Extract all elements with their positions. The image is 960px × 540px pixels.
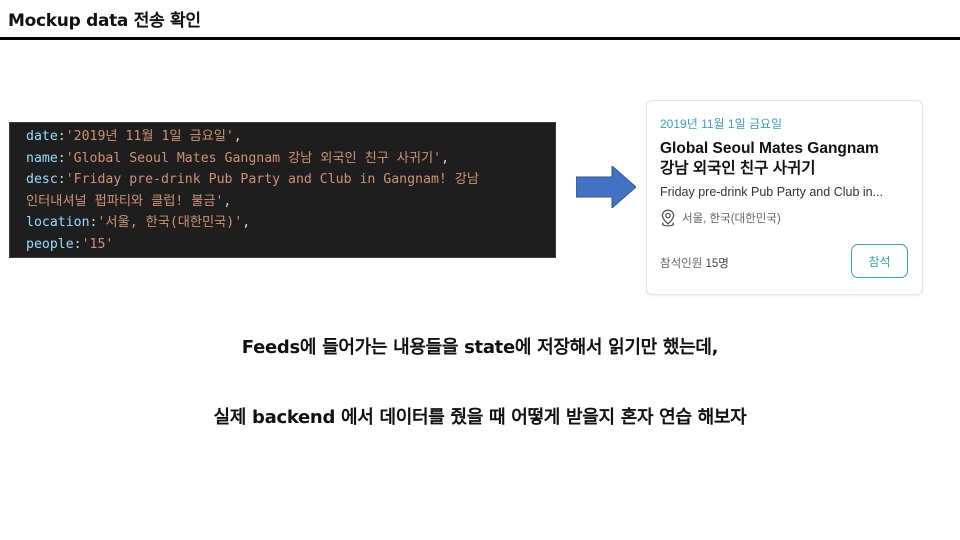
card-title-line1: Global Seoul Mates Gangnam [660, 140, 879, 157]
code-comma: , [233, 129, 242, 144]
code-comma: , [441, 150, 450, 166]
caption-line-2: 실제 backend 에서 데이터를 줬을 때 어떻게 받을지 혼자 연습 해보… [213, 407, 747, 428]
code-line-desc-cont: 인터내셔널 펍파티와 클럽! 불금', [26, 191, 555, 213]
map-pin-icon [661, 209, 675, 227]
code-line-desc: desc:'Friday pre-drink Pub Party and Clu… [26, 169, 555, 191]
code-comma: , [223, 193, 232, 209]
code-key: location [26, 215, 90, 230]
card-attendees: 참석인원 15명 [660, 255, 729, 271]
code-colon: : [57, 129, 66, 144]
card-date: 2019년 11월 1일 금요일 [660, 117, 783, 131]
code-snippet: date:'2019년 11월 1일 금요일', name:'Global Se… [9, 122, 556, 258]
code-value: '15' [81, 236, 114, 252]
join-button[interactable]: 참석 [851, 244, 908, 278]
card-title[interactable]: Global Seoul Mates Gangnam 강남 외국인 친구 사귀기 [660, 139, 915, 179]
attendees-count: 15명 [705, 258, 729, 270]
code-line-name: name:'Global Seoul Mates Gangnam 강남 외국인 … [26, 148, 555, 170]
right-arrow-icon [576, 166, 636, 208]
feed-card: 2019년 11월 1일 금요일 Global Seoul Mates Gang… [646, 100, 923, 295]
card-description: Friday pre-drink Pub Party and Club in..… [660, 185, 884, 199]
code-key: name [26, 150, 58, 166]
card-location-text: 서울, 한국(대한민국) [682, 213, 781, 225]
code-line-location: location:'서울, 한국(대한민국)', [26, 212, 555, 234]
slide-title: Mockup data 전송 확인 [8, 11, 201, 31]
code-colon: : [57, 150, 66, 166]
code-line-date: date:'2019년 11월 1일 금요일', [26, 126, 555, 148]
card-location: 서울, 한국(대한민국) [660, 209, 781, 227]
code-colon: : [73, 236, 82, 252]
code-key: people [26, 236, 74, 252]
title-divider [0, 37, 960, 40]
code-line-people: people:'15' [26, 234, 555, 256]
code-value: 인터내셔널 펍파티와 클럽! 불금' [26, 193, 224, 209]
code-key: desc [26, 172, 58, 187]
code-value: '서울, 한국(대한민국)' [97, 215, 243, 230]
code-key: date [26, 129, 58, 144]
code-value: '2019년 11월 1일 금요일' [65, 129, 234, 144]
code-colon: : [57, 172, 66, 187]
code-value: 'Friday pre-drink Pub Party and Club in … [65, 172, 480, 187]
code-comma: , [242, 215, 251, 230]
card-title-line2: 강남 외국인 친구 사귀기 [660, 160, 816, 177]
attendees-label: 참석인원 [660, 258, 706, 270]
caption-line-1: Feeds에 들어가는 내용들을 state에 저장해서 읽기만 했는데, [241, 337, 719, 358]
code-value: 'Global Seoul Mates Gangnam 강남 외국인 친구 사귀… [65, 150, 442, 166]
